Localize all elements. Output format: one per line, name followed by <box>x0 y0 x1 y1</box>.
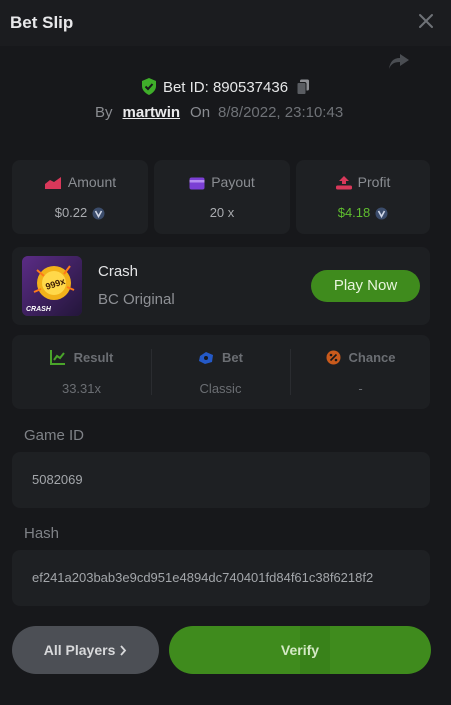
coin-icon <box>92 207 105 220</box>
game-id-label: Game ID <box>24 427 85 444</box>
verify-button[interactable]: Verify <box>169 626 431 674</box>
close-icon[interactable] <box>417 12 435 30</box>
payout-value: 20 x <box>209 205 235 220</box>
chance-column: Chance - <box>291 335 430 409</box>
bet-datetime: 8/8/2022, 23:10:43 <box>218 104 344 121</box>
game-id-field[interactable]: 5082069 <box>12 452 430 508</box>
profit-icon <box>335 176 352 190</box>
game-thumbnail[interactable]: 999x CRASH <box>22 256 82 316</box>
chevron-right-icon <box>120 645 127 656</box>
all-players-label: All Players <box>43 642 116 658</box>
hash-value: ef241a203bab3e9cd951e4894dc740401fd84f61… <box>32 570 374 585</box>
chart-icon <box>49 350 65 365</box>
result-card: Result 33.31x Bet Classic Chance - <box>12 335 430 409</box>
thumb-label: CRASH <box>26 306 52 313</box>
amount-value: $0.22 <box>54 205 88 220</box>
payout-label: Payout <box>211 174 255 190</box>
hash-label: Hash <box>24 525 60 542</box>
coin-icon <box>375 207 388 220</box>
profit-card: Profit $4.18 <box>296 160 430 234</box>
on-label: On <box>190 104 211 121</box>
user-link[interactable]: martwin <box>123 104 181 121</box>
shield-check-icon <box>141 78 156 95</box>
result-value: 33.31x <box>61 381 102 396</box>
hash-field[interactable]: ef241a203bab3e9cd951e4894dc740401fd84f61… <box>12 550 430 606</box>
crash-thumbnail-art: 999x CRASH <box>22 256 82 316</box>
result-column: Result 33.31x <box>12 335 151 409</box>
bet-column: Bet Classic <box>151 335 290 409</box>
share-icon[interactable] <box>388 52 410 70</box>
game-card: 999x CRASH Crash BC Original Play Now <box>12 247 430 325</box>
by-label: By <box>95 104 113 121</box>
game-name: Crash <box>98 263 139 280</box>
play-now-button[interactable]: Play Now <box>311 270 420 302</box>
bet-meta-row: By martwin On 8/8/2022, 23:10:43 <box>95 104 343 121</box>
header-bar: Bet Slip <box>0 0 451 46</box>
all-players-button[interactable]: All Players <box>12 626 159 674</box>
bet-value: Classic <box>199 381 242 396</box>
amount-icon <box>44 177 61 189</box>
profit-value: $4.18 <box>337 205 371 220</box>
payout-card: Payout 20 x <box>154 160 290 234</box>
wallet-icon <box>189 177 205 190</box>
verify-label: Verify <box>280 642 320 658</box>
ticket-icon <box>199 352 214 364</box>
chance-value: - <box>358 381 363 396</box>
page-title: Bet Slip <box>10 13 74 32</box>
amount-card: Amount $0.22 <box>12 160 148 234</box>
bet-label: Bet <box>222 350 243 365</box>
bet-id-row: Bet ID: 890537436 <box>0 78 451 96</box>
percent-icon <box>326 350 341 365</box>
amount-label: Amount <box>67 174 117 190</box>
result-label: Result <box>73 350 114 365</box>
profit-label: Profit <box>357 174 391 190</box>
copy-icon[interactable] <box>296 79 310 95</box>
chance-label: Chance <box>348 350 396 365</box>
game-id-value: 5082069 <box>32 472 83 487</box>
game-subtitle: BC Original <box>98 291 175 308</box>
bet-id: Bet ID: 890537436 <box>162 79 289 96</box>
